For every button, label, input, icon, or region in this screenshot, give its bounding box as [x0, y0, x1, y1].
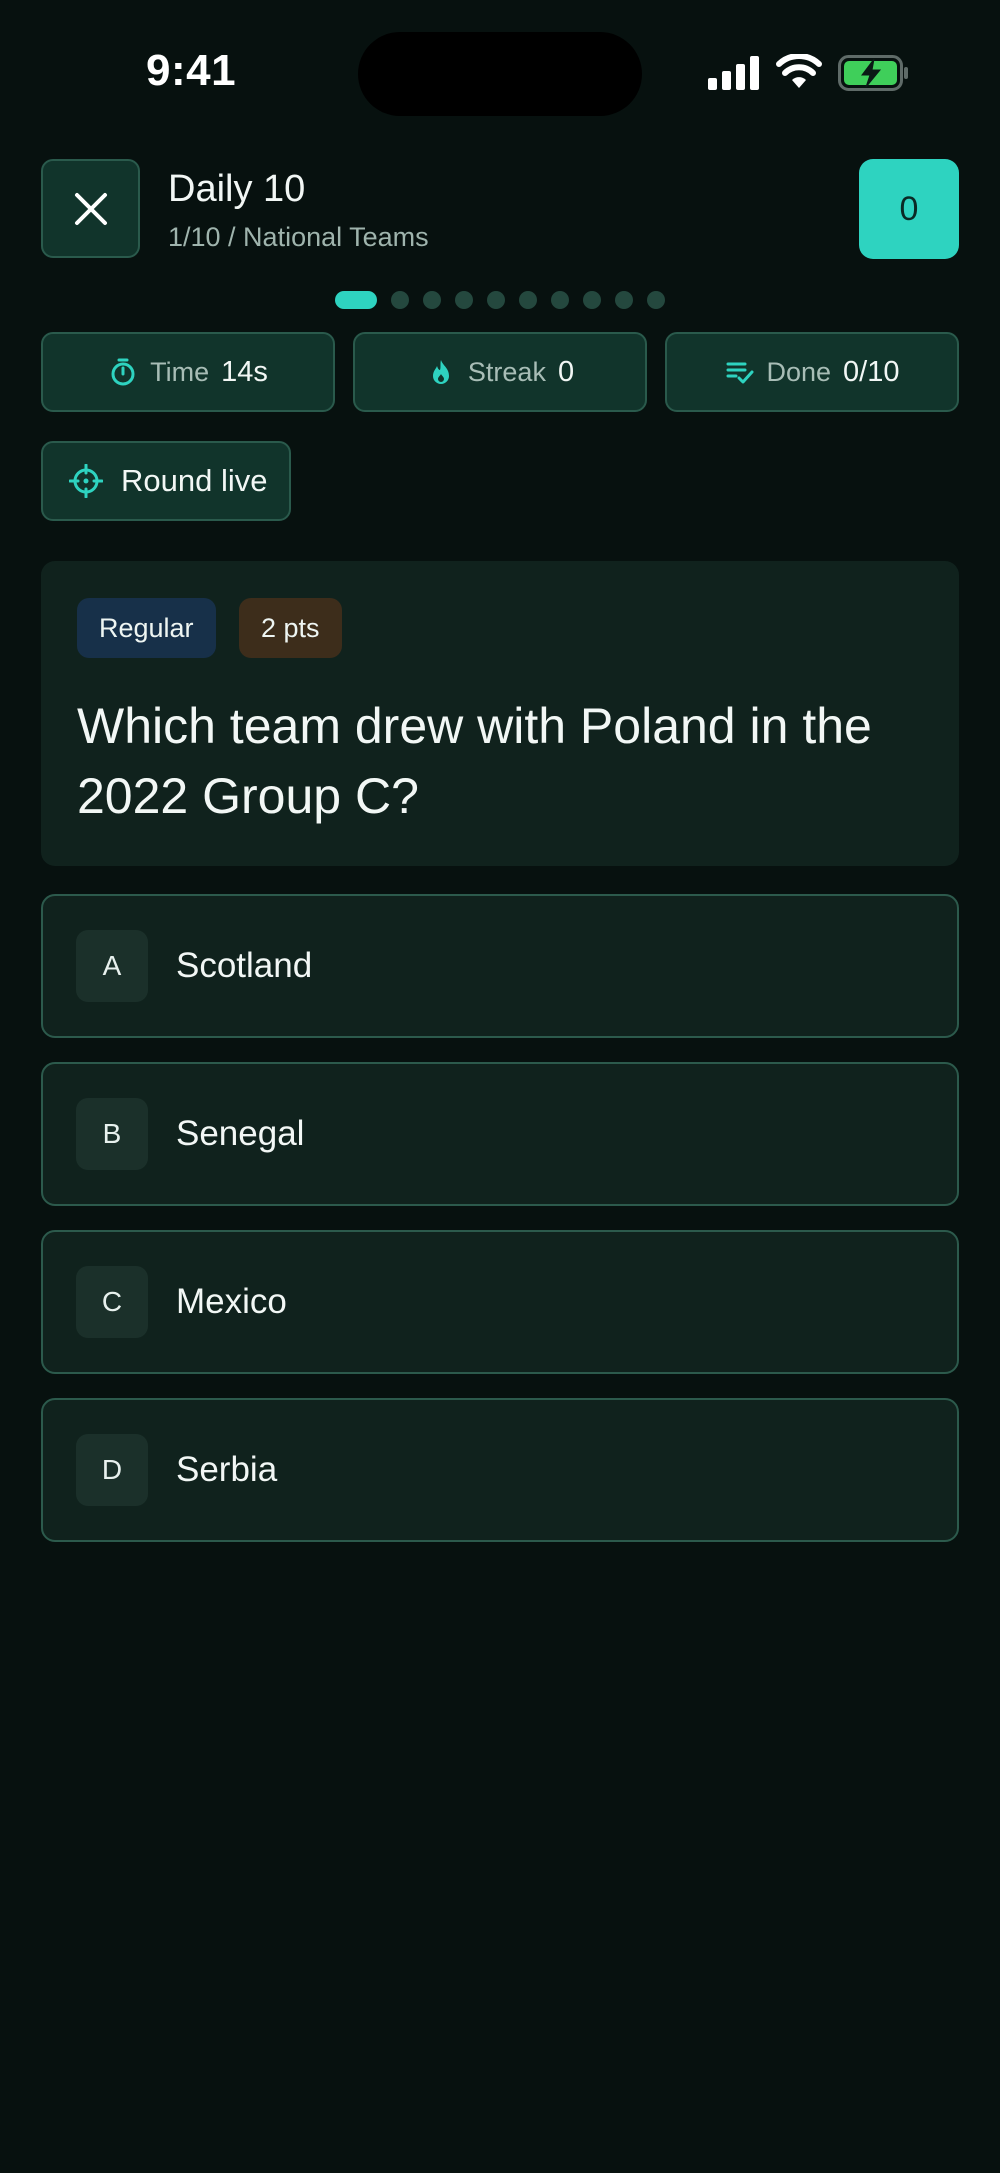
flame-icon	[432, 360, 449, 384]
answer-option-d[interactable]: D Serbia	[41, 1398, 959, 1542]
progress-dots	[0, 290, 1000, 310]
crosshair-icon	[69, 464, 103, 498]
cellular-signal-icon	[708, 56, 759, 90]
close-icon	[74, 192, 107, 225]
round-status-label: Round live	[121, 463, 268, 498]
stat-time-value: 14s	[221, 355, 268, 388]
answer-letter: D	[76, 1434, 148, 1506]
progress-dot	[391, 291, 409, 309]
stopwatch-icon	[111, 358, 135, 386]
question-card: Regular 2 pts Which team drew with Polan…	[41, 561, 959, 866]
stat-time: Time 14s	[41, 332, 335, 412]
points-tag: 2 pts	[239, 598, 342, 658]
answer-text: Mexico	[176, 1282, 287, 1321]
progress-dot-active	[335, 291, 377, 309]
quiz-title: Daily 10	[168, 168, 306, 210]
answer-letter: C	[76, 1266, 148, 1338]
answer-text: Serbia	[176, 1450, 278, 1489]
progress-dot	[423, 291, 441, 309]
progress-dot	[647, 291, 665, 309]
progress-dot	[615, 291, 633, 309]
question-text: Which team drew with Poland in the 2022 …	[77, 698, 872, 824]
stat-done: Done 0/10	[665, 332, 959, 412]
close-button[interactable]	[41, 159, 140, 258]
battery-charging-icon	[838, 55, 908, 91]
progress-dot	[519, 291, 537, 309]
quiz-subtitle: 1/10 / National Teams	[168, 222, 429, 252]
status-time: 9:41	[146, 46, 237, 95]
stat-done-value: 0/10	[843, 355, 900, 388]
progress-dot	[551, 291, 569, 309]
answer-letter: A	[76, 930, 148, 1002]
round-status-chip: Round live	[41, 441, 291, 521]
stat-time-label: Time	[150, 356, 210, 387]
difficulty-tag: Regular	[77, 598, 216, 658]
dynamic-island	[358, 32, 642, 116]
list-check-icon	[726, 362, 753, 384]
progress-dot	[487, 291, 505, 309]
progress-dot	[583, 291, 601, 309]
answer-text: Scotland	[176, 946, 313, 985]
stat-streak: Streak 0	[353, 332, 647, 412]
answer-text: Senegal	[176, 1114, 305, 1153]
progress-dot	[455, 291, 473, 309]
stat-streak-value: 0	[557, 355, 575, 388]
answer-option-a[interactable]: A Scotland	[41, 894, 959, 1038]
score-badge: 0	[859, 159, 959, 259]
stat-streak-label: Streak	[467, 356, 546, 387]
stat-done-label: Done	[766, 356, 832, 387]
wifi-icon	[776, 54, 822, 88]
answer-letter: B	[76, 1098, 148, 1170]
answer-option-b[interactable]: B Senegal	[41, 1062, 959, 1206]
answer-option-c[interactable]: C Mexico	[41, 1230, 959, 1374]
